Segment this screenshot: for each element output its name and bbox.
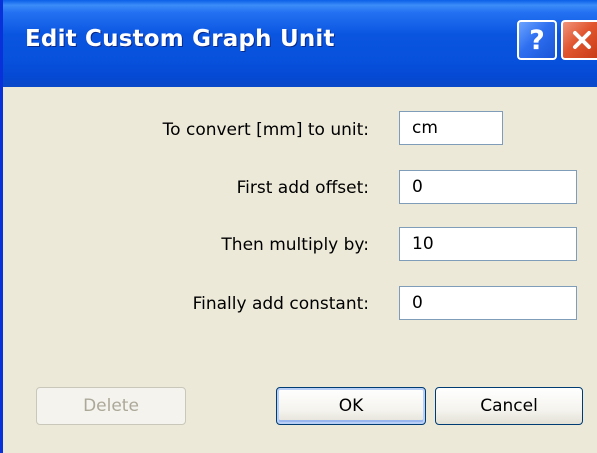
delete-button[interactable]: Delete xyxy=(36,387,186,425)
constant-input[interactable] xyxy=(399,286,577,320)
ok-button[interactable]: OK xyxy=(276,387,426,425)
offset-input[interactable] xyxy=(399,170,577,204)
multiply-input[interactable] xyxy=(399,227,577,261)
window-title: Edit Custom Graph Unit xyxy=(25,26,335,52)
title-bar[interactable]: Edit Custom Graph Unit ? xyxy=(3,0,597,87)
convert-unit-input[interactable] xyxy=(399,111,503,145)
multiply-label: Then multiply by: xyxy=(221,235,369,255)
edit-custom-graph-unit-dialog: Edit Custom Graph Unit ? To convert [mm]… xyxy=(0,0,597,453)
close-button[interactable] xyxy=(561,20,597,60)
help-button[interactable]: ? xyxy=(517,20,557,60)
x-close-icon xyxy=(571,29,593,51)
offset-label: First add offset: xyxy=(236,178,369,198)
convert-unit-label: To convert [mm] to unit: xyxy=(162,120,369,140)
cancel-button[interactable]: Cancel xyxy=(435,387,583,425)
constant-label: Finally add constant: xyxy=(192,294,369,314)
question-mark-icon: ? xyxy=(529,24,545,56)
